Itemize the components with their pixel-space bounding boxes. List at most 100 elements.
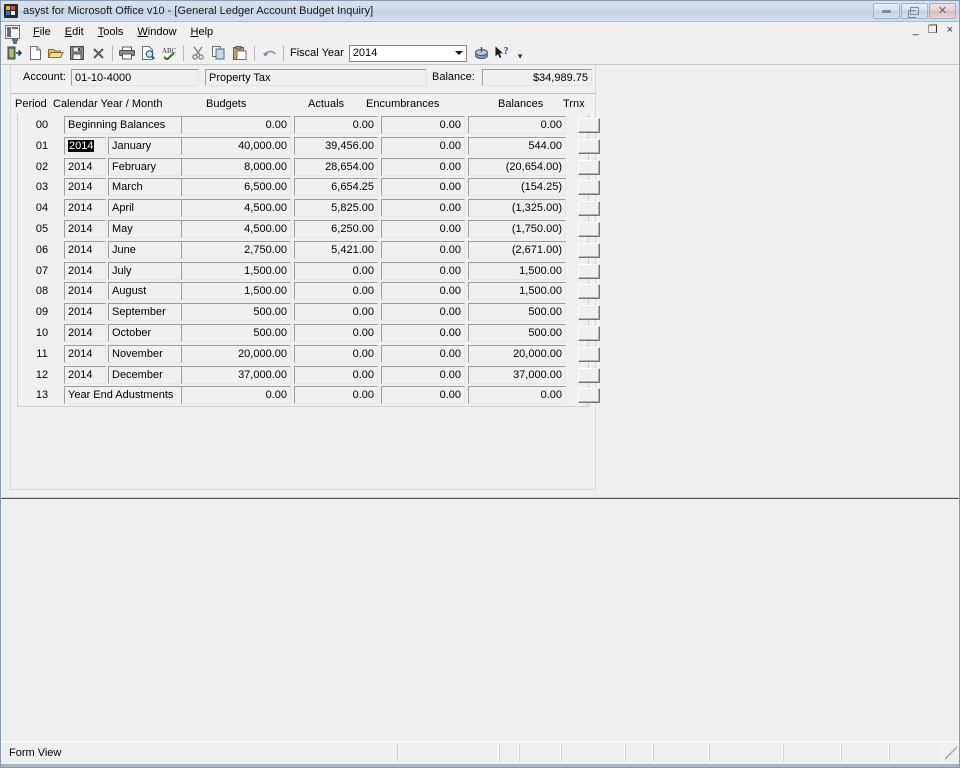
- actual-amount-field[interactable]: 5,421.00: [294, 240, 378, 259]
- mdi-close-button[interactable]: ×: [947, 24, 953, 36]
- restore-button[interactable]: [901, 3, 928, 19]
- actual-amount-field[interactable]: 6,654.25: [294, 178, 378, 197]
- trnx-drilldown-button[interactable]: [578, 346, 600, 362]
- calendar-month-field[interactable]: June: [108, 240, 186, 259]
- calendar-year-field[interactable]: 2014: [64, 344, 106, 363]
- encumbrance-amount-field[interactable]: 0.00: [381, 157, 465, 176]
- calendar-year-field[interactable]: 2014: [64, 199, 106, 218]
- chevron-down-icon[interactable]: [454, 51, 463, 55]
- table-row[interactable]: 12 2014 December 37,000.00 0.00 0.00 37,000.00: [18, 365, 600, 386]
- balance-amount-field[interactable]: (1,325.00): [468, 199, 566, 218]
- actual-amount-field[interactable]: 5,825.00: [294, 199, 378, 218]
- calendar-year-field[interactable]: 2014: [64, 324, 106, 342]
- calendar-month-field[interactable]: March: [108, 178, 186, 197]
- mdi-minimize-button[interactable]: _: [913, 24, 919, 36]
- mdi-restore-button[interactable]: ❐: [928, 24, 938, 36]
- encumbrance-amount-field[interactable]: 0.00: [381, 344, 465, 363]
- account-name-field[interactable]: Property Tax: [205, 69, 427, 86]
- budget-amount-field[interactable]: 500.00: [181, 324, 291, 342]
- table-row[interactable]: 07 2014 July 1,500.00 0.00 0.00 1,500.00: [18, 261, 600, 282]
- table-row[interactable]: 00 Beginning Balances 0.00 0.00 0.00 0.00: [18, 115, 600, 136]
- undo-icon[interactable]: [259, 44, 279, 63]
- calendar-year-field[interactable]: 2014: [64, 303, 106, 322]
- calendar-year-field[interactable]: 2014: [64, 220, 106, 238]
- trnx-drilldown-button[interactable]: [578, 326, 600, 341]
- budget-amount-field[interactable]: 4,500.00: [181, 199, 291, 218]
- close-button[interactable]: ✕: [929, 3, 956, 19]
- trnx-drilldown-button[interactable]: [578, 138, 600, 154]
- calendar-year-field[interactable]: 2014: [64, 261, 106, 280]
- balance-amount-field[interactable]: 1,500.00: [468, 282, 566, 301]
- calendar-month-field[interactable]: October: [108, 324, 186, 342]
- table-row[interactable]: 11 2014 November 20,000.00 0.00 0.00 20,000.00: [18, 344, 600, 365]
- table-row[interactable]: 04 2014 April 4,500.00 5,825.00 0.00 (1,325.00…: [18, 198, 600, 219]
- budget-amount-field[interactable]: 8,000.00: [181, 157, 291, 176]
- calendar-year-field[interactable]: 2014: [64, 157, 106, 176]
- table-row[interactable]: 09 2014 September 500.00 0.00 0.00 500.00: [18, 302, 600, 323]
- encumbrance-amount-field[interactable]: 0.00: [381, 261, 465, 280]
- help-pointer-icon[interactable]: ?: [493, 44, 513, 63]
- table-row[interactable]: 01 2014 January 40,000.00 39,456.00 0.00 544.0…: [18, 136, 600, 157]
- actual-amount-field[interactable]: 0.00: [294, 116, 378, 134]
- print-preview-icon[interactable]: [138, 44, 158, 63]
- encumbrance-amount-field[interactable]: 0.00: [381, 282, 465, 301]
- copy-icon[interactable]: [209, 44, 229, 63]
- calendar-year-field[interactable]: 2014: [64, 136, 106, 155]
- account-number-field[interactable]: 01-10-4000: [71, 69, 199, 86]
- calendar-month-field[interactable]: April: [108, 199, 186, 218]
- trnx-drilldown-button[interactable]: [578, 180, 600, 196]
- encumbrance-amount-field[interactable]: 0.00: [381, 386, 465, 405]
- trnx-drilldown-button[interactable]: [578, 367, 600, 383]
- save-icon[interactable]: [67, 44, 87, 63]
- minimize-button[interactable]: [873, 3, 900, 19]
- budget-amount-field[interactable]: 1,500.00: [181, 282, 291, 301]
- budget-amount-field[interactable]: 40,000.00: [181, 136, 291, 155]
- calendar-month-field[interactable]: November: [108, 344, 186, 363]
- calendar-month-field[interactable]: July: [108, 261, 186, 280]
- document-menu-icon[interactable]: [5, 25, 20, 41]
- encumbrance-amount-field[interactable]: 0.00: [381, 220, 465, 238]
- table-row[interactable]: 02 2014 February 8,000.00 28,654.00 0.00 (20,6…: [18, 157, 600, 178]
- actual-amount-field[interactable]: 0.00: [294, 344, 378, 363]
- actual-amount-field[interactable]: 28,654.00: [294, 157, 378, 176]
- period-description-field[interactable]: Year End Adustments: [64, 386, 186, 405]
- encumbrance-amount-field[interactable]: 0.00: [381, 136, 465, 155]
- calendar-year-field[interactable]: 2014: [64, 240, 106, 259]
- trnx-drilldown-button[interactable]: [578, 201, 600, 217]
- fiscal-year-select[interactable]: 2014: [348, 44, 467, 62]
- encumbrance-amount-field[interactable]: 0.00: [381, 240, 465, 259]
- paste-icon[interactable]: [230, 44, 250, 63]
- trnx-drilldown-button[interactable]: [578, 263, 600, 279]
- balance-amount-field[interactable]: (20,654.00): [468, 157, 566, 176]
- budget-grid[interactable]: 00 Beginning Balances 0.00 0.00 0.00 0.00 01 20…: [17, 114, 600, 407]
- budget-amount-field[interactable]: 500.00: [181, 303, 291, 322]
- cut-icon[interactable]: [188, 44, 208, 63]
- encumbrance-amount-field[interactable]: 0.00: [381, 324, 465, 342]
- calendar-month-field[interactable]: August: [108, 282, 186, 301]
- table-row[interactable]: 10 2014 October 500.00 0.00 0.00 500.00: [18, 323, 600, 344]
- balance-amount-field[interactable]: 1,500.00: [468, 261, 566, 280]
- budget-amount-field[interactable]: 20,000.00: [181, 344, 291, 363]
- new-icon[interactable]: [25, 44, 45, 63]
- balance-amount-field[interactable]: 20,000.00: [468, 344, 566, 363]
- trnx-drilldown-button[interactable]: [578, 305, 600, 321]
- actual-amount-field[interactable]: 0.00: [294, 365, 378, 384]
- encumbrance-amount-field[interactable]: 0.00: [381, 199, 465, 218]
- budget-amount-field[interactable]: 0.00: [181, 386, 291, 405]
- table-row[interactable]: 06 2014 June 2,750.00 5,421.00 0.00 (2,671.00): [18, 240, 600, 261]
- calendar-month-field[interactable]: May: [108, 220, 186, 238]
- actual-amount-field[interactable]: 0.00: [294, 324, 378, 342]
- balance-amount-field[interactable]: (2,671.00): [468, 240, 566, 259]
- balance-amount-field[interactable]: 37,000.00: [468, 365, 566, 384]
- menu-item-file[interactable]: File: [26, 24, 58, 40]
- balance-amount-field[interactable]: (154.25): [468, 178, 566, 197]
- period-description-field[interactable]: Beginning Balances: [64, 116, 186, 134]
- encumbrance-amount-field[interactable]: 0.00: [381, 178, 465, 197]
- trnx-drilldown-button[interactable]: [578, 118, 600, 133]
- balance-amount-field[interactable]: (1,750.00): [468, 220, 566, 238]
- menu-item-tools[interactable]: Tools: [91, 24, 131, 40]
- actual-amount-field[interactable]: 0.00: [294, 386, 378, 405]
- trnx-drilldown-button[interactable]: [578, 388, 600, 404]
- actual-amount-field[interactable]: 0.00: [294, 303, 378, 322]
- toolbar-overflow-icon[interactable]: ▾: [518, 51, 523, 64]
